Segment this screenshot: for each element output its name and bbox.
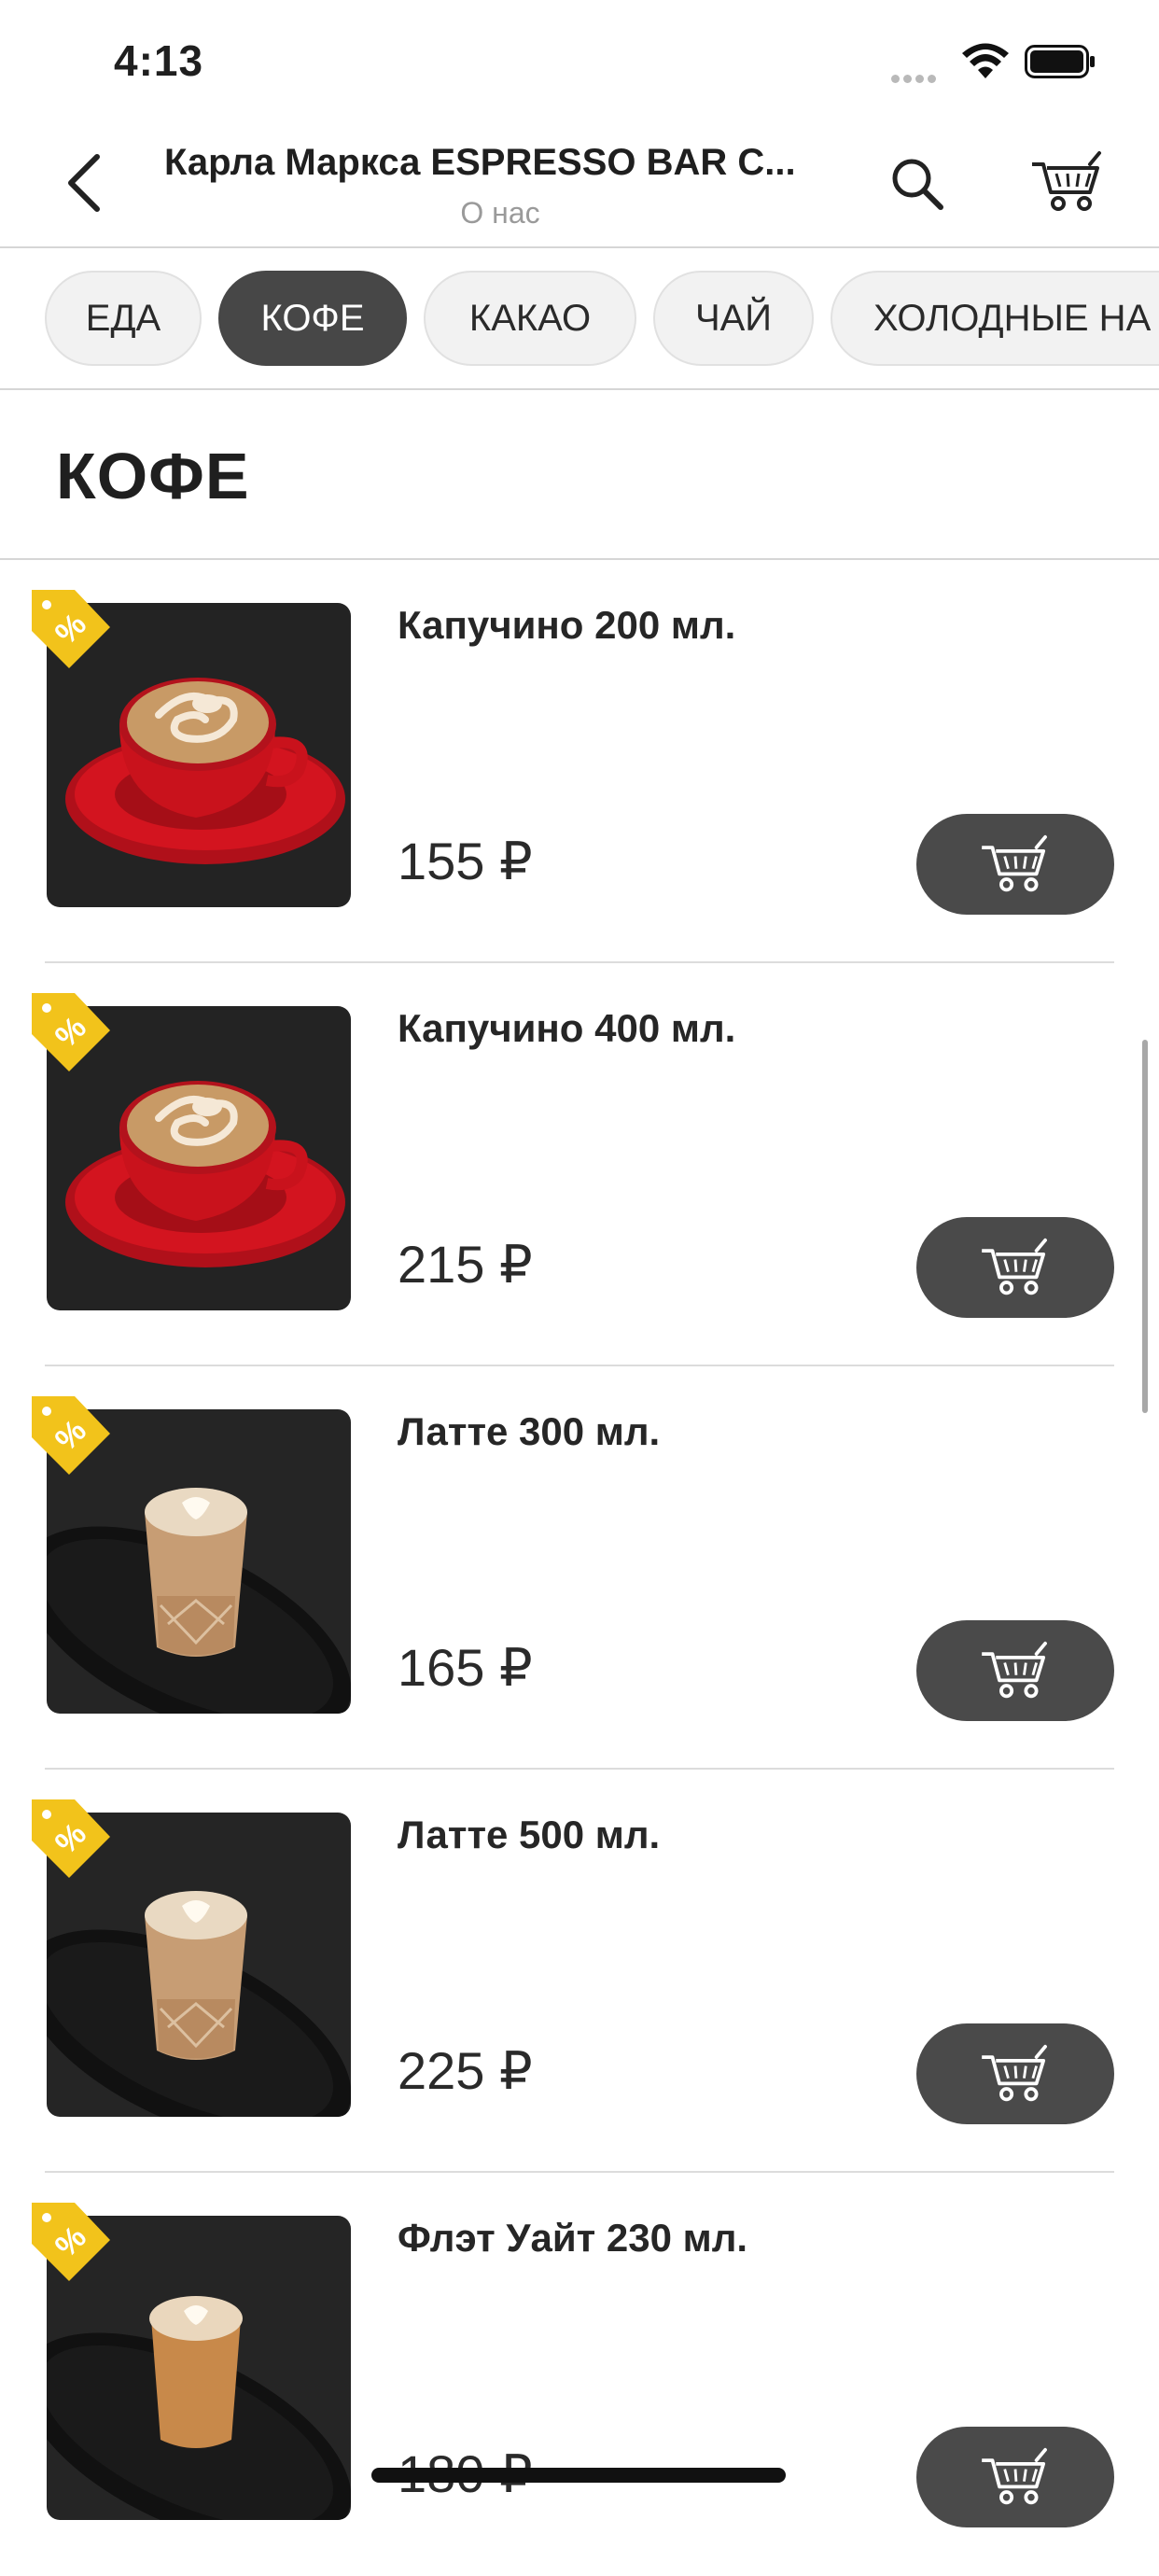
scrollbar[interactable] <box>1142 1040 1148 1413</box>
discount-tag-icon: % <box>32 2203 110 2281</box>
product-name: Латте 500 мл. <box>398 1813 661 1856</box>
section-title: КОФЕ <box>56 440 250 512</box>
cart-icon <box>982 2447 1047 2505</box>
cart-icon <box>982 1641 1047 1699</box>
product-name: Капучино 200 мл. <box>398 603 736 647</box>
add-to-cart-button[interactable] <box>916 814 1114 915</box>
battery-icon <box>1025 45 1095 78</box>
add-to-cart-button[interactable] <box>916 2427 1114 2527</box>
list-item[interactable]: % Латте 300 мл. 165 ₽ <box>0 1366 1159 1770</box>
product-name: Флэт Уайт 230 мл. <box>398 2216 748 2260</box>
product-price: 165 ₽ <box>398 1638 533 1697</box>
product-price: 155 ₽ <box>398 832 533 890</box>
discount-tag-icon: % <box>32 1396 110 1475</box>
discount-tag-icon: % <box>32 993 110 1071</box>
category-tabs: ЕДА КОФЕ КАКАО ЧАЙ ХОЛОДНЫЕ НА <box>0 248 1159 390</box>
home-indicator[interactable] <box>371 2468 786 2483</box>
app-header: Карла Маркса ESPRESSO BAR C... О нас <box>0 121 1159 248</box>
tab-food[interactable]: ЕДА <box>45 271 202 366</box>
list-item[interactable]: % Капучино 200 мл. 155 ₽ <box>0 560 1159 963</box>
list-item[interactable]: % Латте 500 мл. 225 ₽ <box>0 1770 1159 2173</box>
search-icon[interactable] <box>887 153 948 215</box>
product-name: Латте 300 мл. <box>398 1409 661 1453</box>
cart-icon <box>982 2044 1047 2102</box>
list-item[interactable]: % Флэт Уайт 230 мл. 180 ₽ <box>0 2173 1159 2576</box>
add-to-cart-button[interactable] <box>916 1217 1114 1318</box>
status-time: 4:13 <box>114 36 204 85</box>
product-price: 225 ₽ <box>398 2041 533 2100</box>
tab-coffee[interactable]: КОФЕ <box>218 271 407 366</box>
cart-icon <box>982 834 1047 892</box>
about-link[interactable]: О нас <box>164 196 836 231</box>
discount-tag-icon: % <box>32 590 110 668</box>
discount-tag-icon: % <box>32 1799 110 1878</box>
back-button[interactable] <box>62 153 108 213</box>
add-to-cart-button[interactable] <box>916 1620 1114 1721</box>
add-to-cart-button[interactable] <box>916 2023 1114 2124</box>
product-name: Капучино 400 мл. <box>398 1006 736 1050</box>
list-item[interactable]: % Капучино 400 мл. 215 ₽ <box>0 963 1159 1366</box>
cart-icon[interactable] <box>1030 149 1105 215</box>
product-price: 215 ₽ <box>398 1235 533 1294</box>
tab-cold-drinks[interactable]: ХОЛОДНЫЕ НА <box>831 271 1159 366</box>
cart-icon <box>982 1238 1047 1295</box>
wifi-icon <box>962 43 1009 78</box>
tab-cocoa[interactable]: КАКАО <box>424 271 636 366</box>
tab-tea[interactable]: ЧАЙ <box>653 271 814 366</box>
signal-icon <box>891 71 945 83</box>
page-title: Карла Маркса ESPRESSO BAR C... <box>164 142 796 183</box>
status-bar: 4:13 <box>0 0 1159 121</box>
